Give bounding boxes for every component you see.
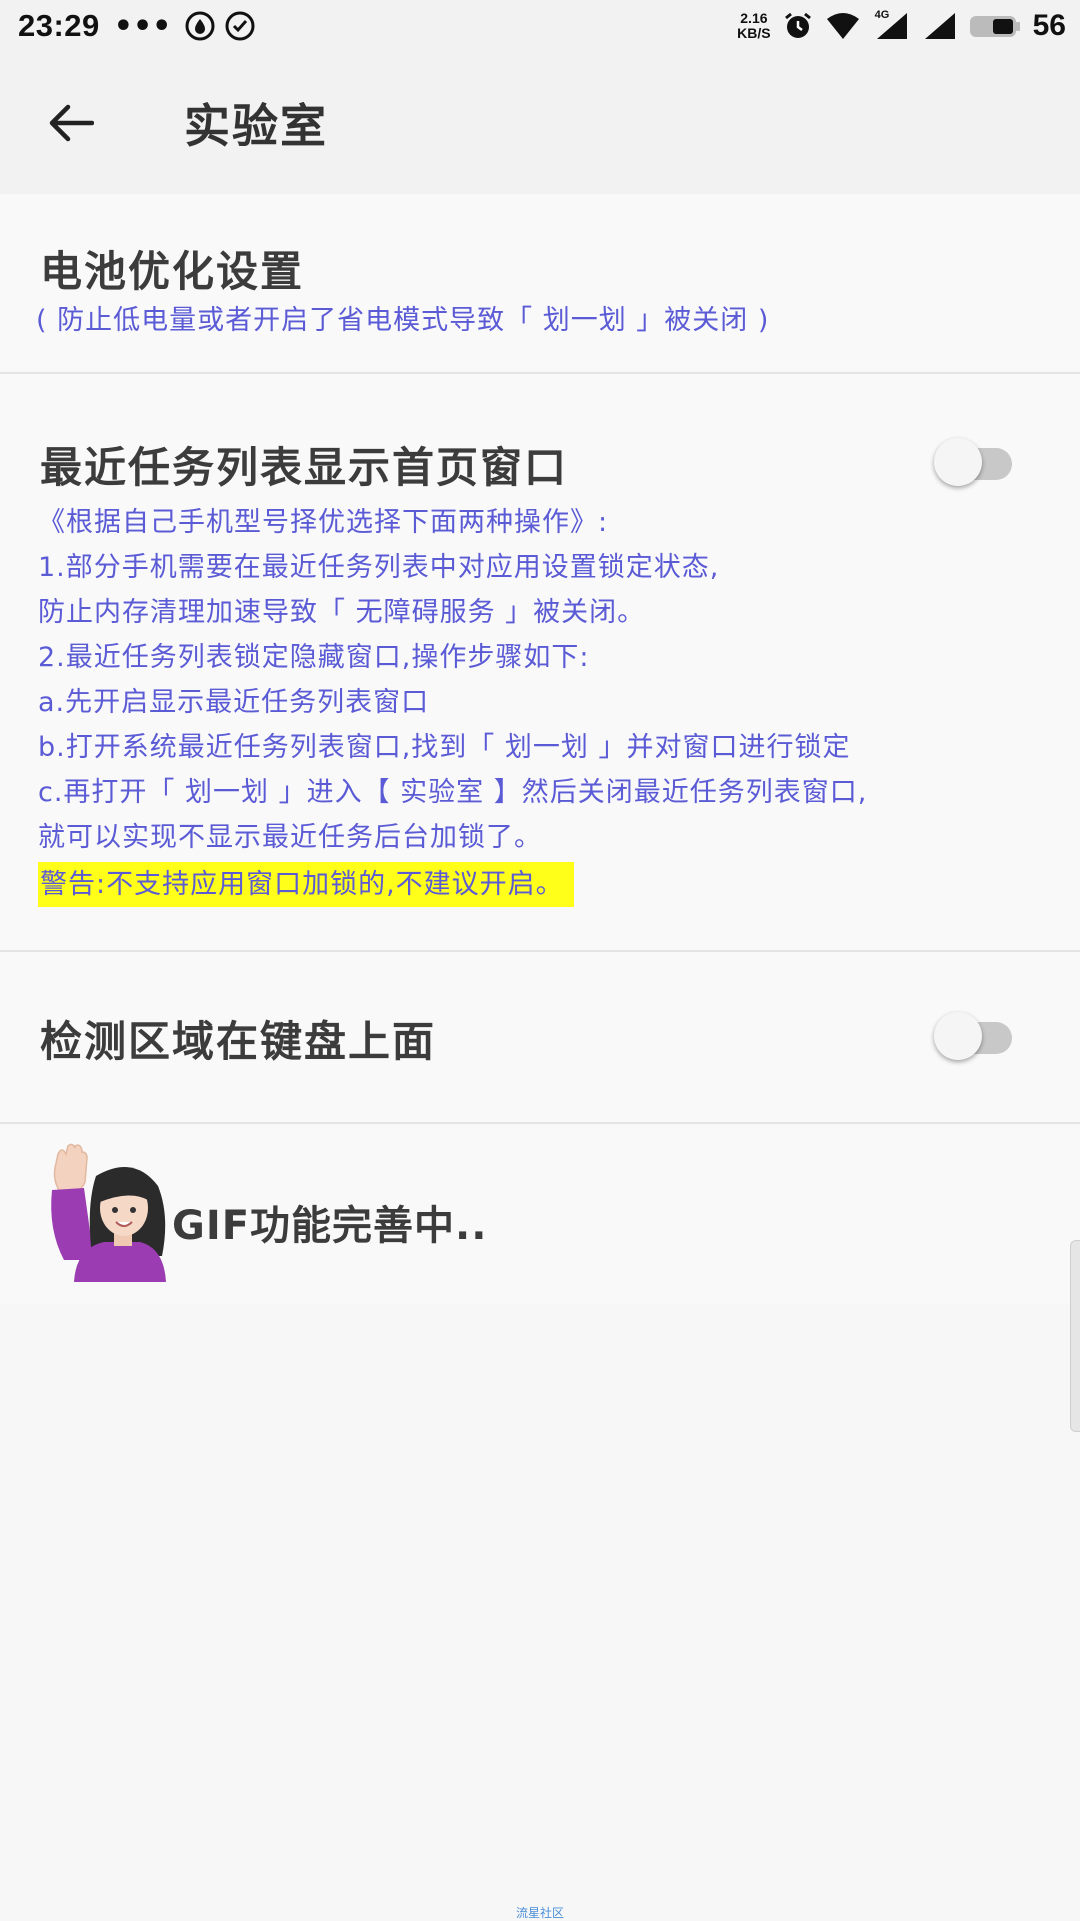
keyboard-detection-title: 检测区域在键盘上面 [40,1017,437,1066]
keyboard-detection-item: 检测区域在键盘上面 [0,952,1080,1124]
battery-optimization-subtitle: ( 防止低电量或者开启了省电模式导致「 划一划 」被关闭 ) [36,305,770,336]
toggle-thumb [934,438,982,486]
recent-tasks-item: 最近任务列表显示首页窗口 《根据自己手机型号择优选择下面两种操作》: 1.部分手… [0,374,1080,952]
battery-level: 56 [1032,9,1066,42]
settings-list: 电池优化设置 ( 防止低电量或者开启了省电模式导致「 划一划 」被关闭 ) 最近… [0,194,1080,1304]
alarm-clock-icon [784,12,811,38]
back-button[interactable] [36,88,106,158]
more-notifications-icon: ••• [113,8,172,44]
app-bar: 实验室 [0,52,1080,194]
edge-swipe-handle[interactable] [1070,1240,1080,1432]
toggle-thumb [934,1012,982,1060]
description-line: 2.最近任务列表锁定隐藏窗口,操作步骤如下: [38,642,590,673]
arrow-left-icon [49,104,94,142]
description-line: 防止内存清理加速导致「 无障碍服务 」被关闭。 [38,597,646,628]
watermark: 流星社区 [515,1906,564,1920]
description-line: b.打开系统最近任务列表窗口,找到「 划一划 」并对窗口进行锁定 [38,732,851,763]
description-line: c.再打开「 划一划 」进入【 实验室 】然后关闭最近任务列表窗口, [38,777,868,808]
battery-optimization-title: 电池优化设置 [40,247,305,296]
keyboard-detection-toggle[interactable] [934,1012,1014,1060]
network-speed-unit: KB/S [737,25,771,41]
recent-tasks-title: 最近任务列表显示首页窗口 [40,443,569,492]
recent-tasks-toggle[interactable] [934,438,1014,486]
cellular-signal-icon [924,13,955,39]
description-line: 1.部分手机需要在最近任务列表中对应用设置锁定状态, [38,552,720,583]
page-title: 实验室 [184,99,328,153]
status-bar: 23:29 ••• 2.16 KB/S 4G 56 [0,0,1080,52]
wifi-icon [826,13,859,39]
network-speed-value: 2.16 [740,10,768,26]
notification-app-icon [185,11,215,41]
cellular-4g-icon: 4G [873,9,909,41]
description-line: 《根据自己手机型号择优选择下面两种操作》: [38,507,609,538]
gif-feature-item: GIF功能完善中.. [0,1124,1080,1304]
description-line: 就可以实现不显示最近任务后台加锁了。 [38,822,542,853]
warning-text: 警告:不支持应用窗口加锁的,不建议开启。 [38,862,574,907]
description-line: a.先开启显示最近任务列表窗口 [38,687,430,718]
check-circle-icon [225,11,255,41]
network-speed: 2.16 KB/S [737,11,770,41]
battery-icon [969,16,1020,37]
gif-feature-text: GIF功能完善中.. [172,1203,488,1249]
status-time: 23:29 [18,8,100,43]
woman-raising-hand-icon [51,1143,166,1282]
battery-optimization-item[interactable]: 电池优化设置 ( 防止低电量或者开启了省电模式导致「 划一划 」被关闭 ) [0,194,1080,374]
recent-tasks-description: 《根据自己手机型号择优选择下面两种操作》: 1.部分手机需要在最近任务列表中对应… [38,500,998,907]
